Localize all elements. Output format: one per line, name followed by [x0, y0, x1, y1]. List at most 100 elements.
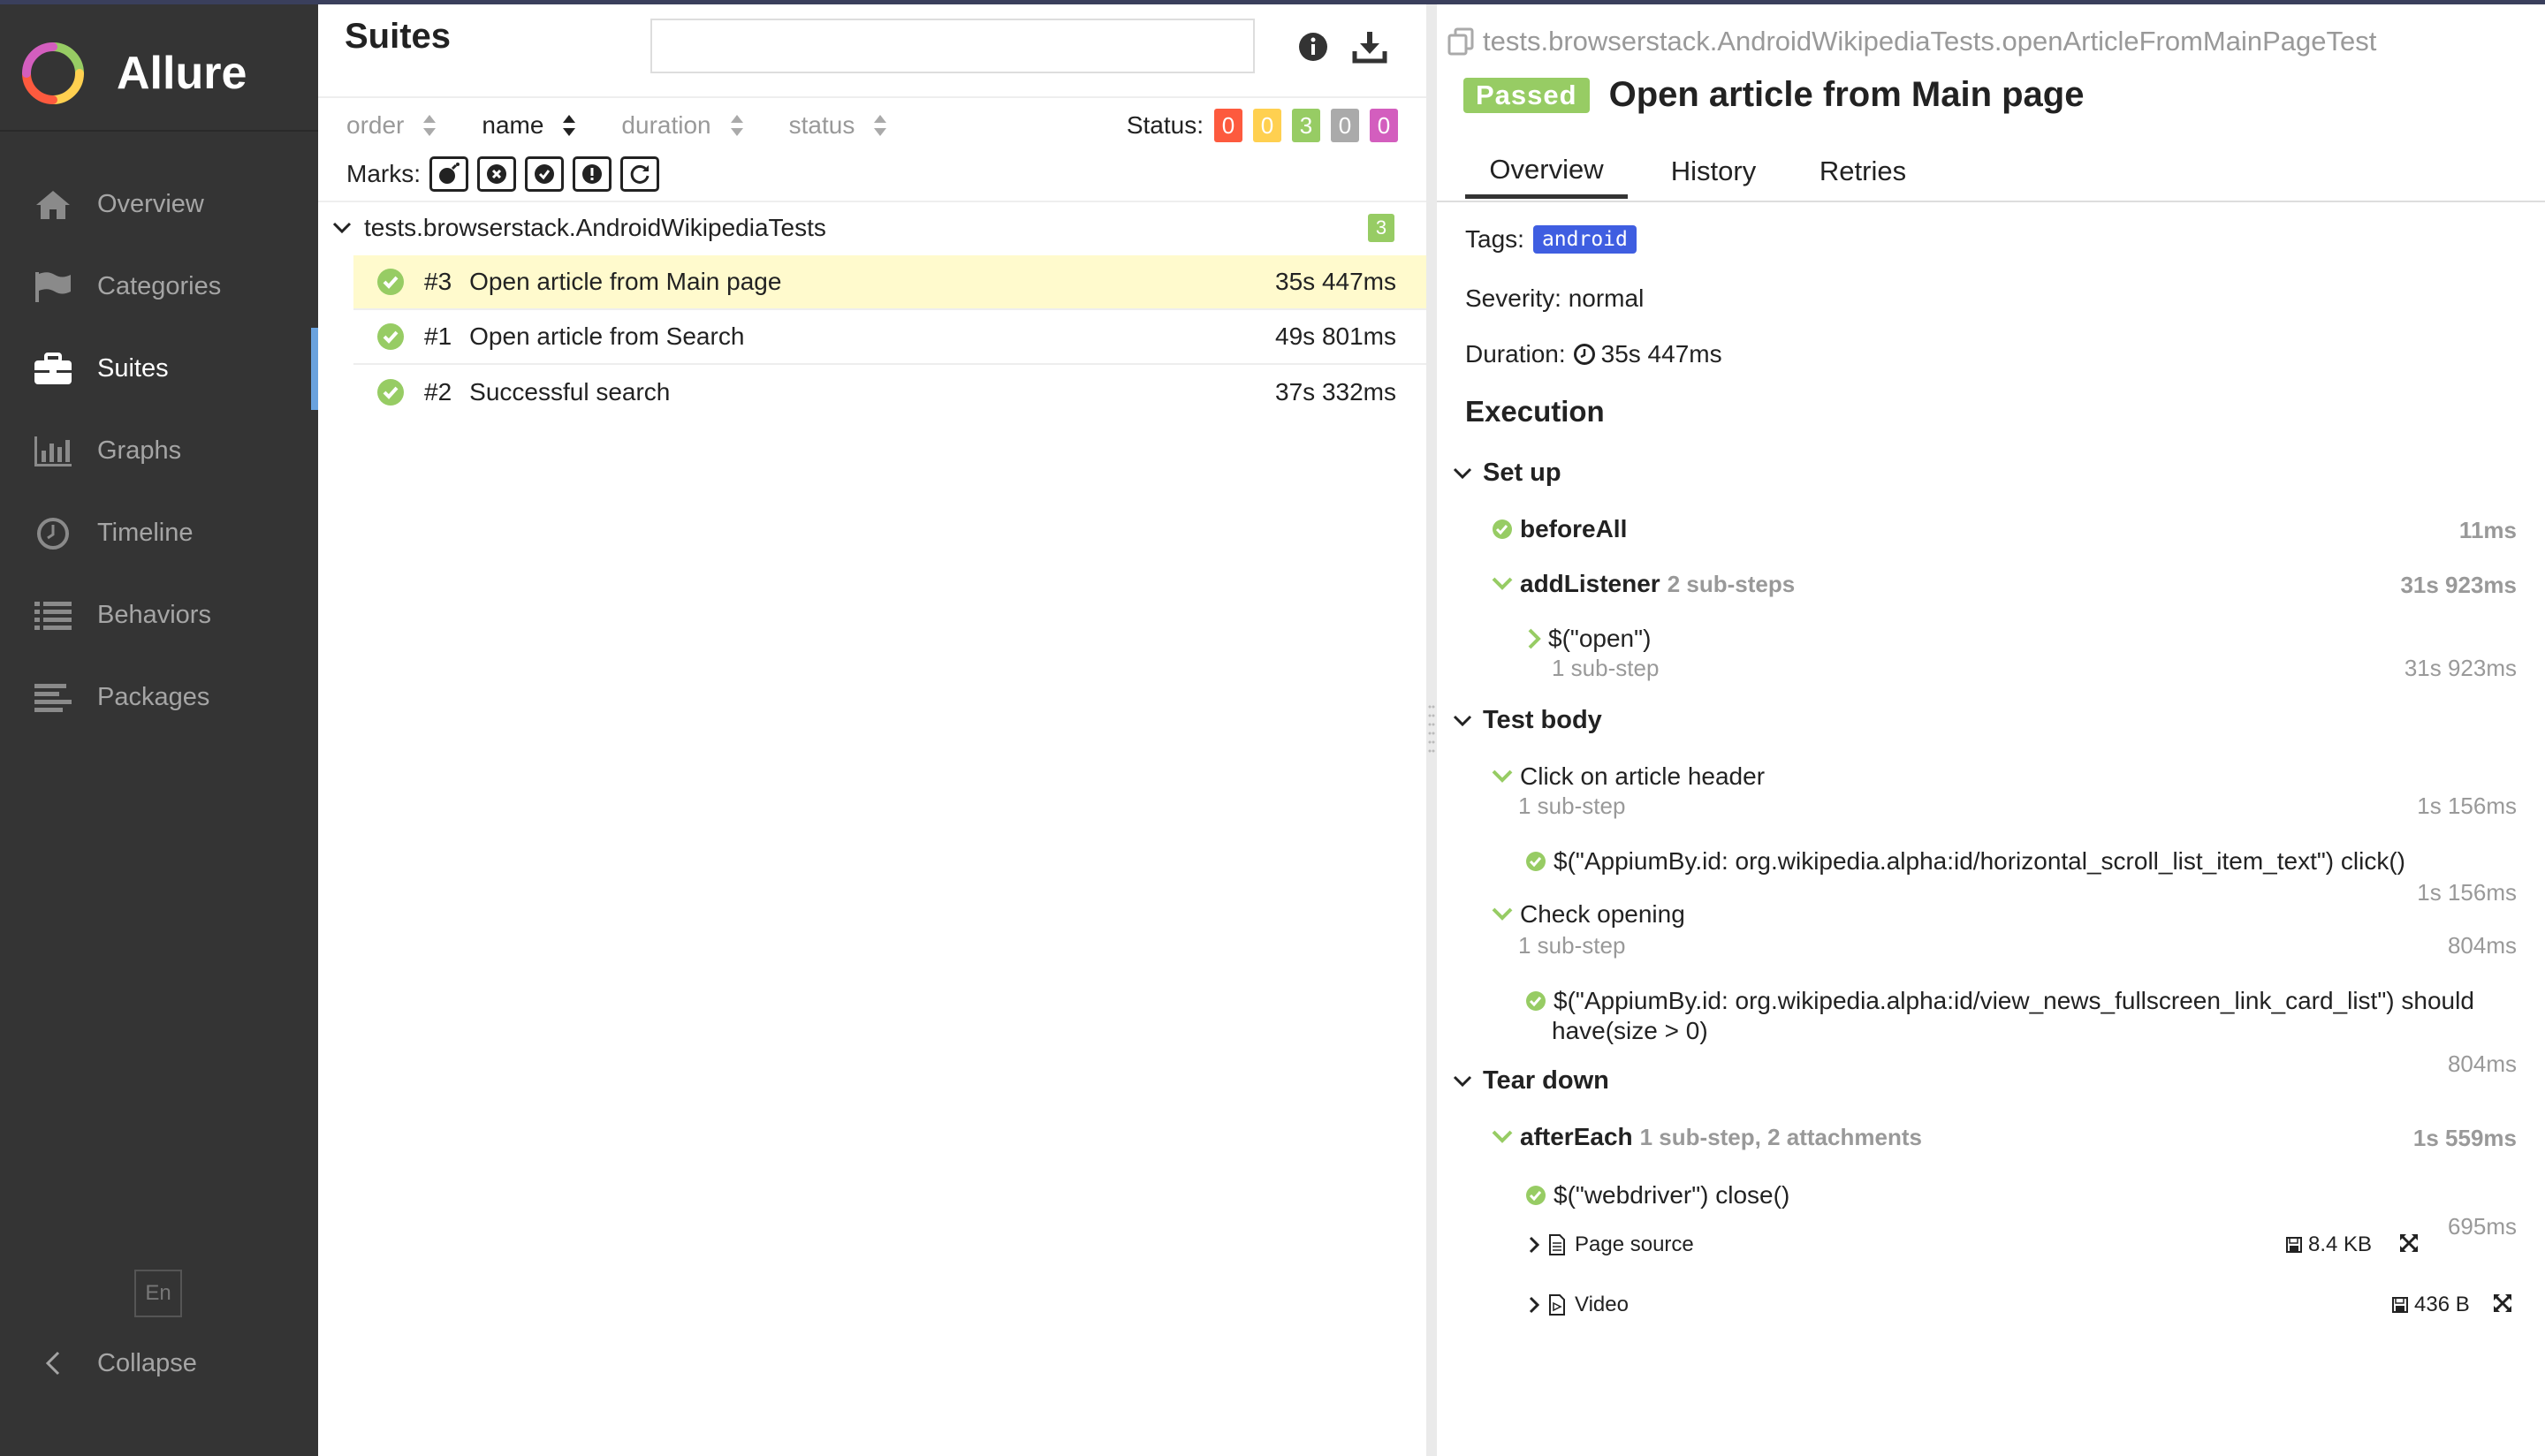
step-open[interactable]: $("open") [1527, 625, 1651, 653]
collapse-button[interactable]: Collapse [0, 1328, 197, 1399]
mark-new-passed-toggle[interactable] [525, 156, 564, 192]
tag-badge[interactable]: android [1532, 225, 1637, 254]
drag-handle-icon [1428, 705, 1435, 753]
file-text-icon [1548, 1233, 1566, 1256]
test-name: Successful search [469, 378, 671, 406]
chevron-right-icon [1527, 628, 1541, 649]
status-filter: Status: 0 0 3 0 0 [1127, 103, 1398, 148]
status-unknown-toggle[interactable]: 0 [1370, 109, 1398, 142]
app-title: Allure [117, 48, 247, 99]
flag-icon [32, 269, 74, 305]
sort-duration[interactable]: duration [621, 111, 744, 140]
stage-test-body[interactable]: Test body [1453, 706, 1602, 735]
download-button[interactable] [1348, 26, 1391, 68]
chevron-down-icon [1453, 715, 1472, 727]
status-badge: Passed [1463, 77, 1590, 113]
mark-retries-toggle[interactable] [620, 156, 659, 192]
duration-label: Duration: [1465, 340, 1566, 368]
step-name: addListener [1520, 570, 1660, 597]
sort-asc-icon [561, 113, 577, 138]
sidebar-item-packages[interactable]: Packages [0, 656, 318, 739]
status-failed-toggle[interactable]: 0 [1214, 109, 1242, 142]
copy-icon[interactable] [1447, 27, 1474, 56]
sidebar-item-label: Timeline [97, 519, 194, 547]
sidebar-item-label: Behaviors [97, 601, 211, 629]
sort-order[interactable]: order [346, 111, 437, 140]
step-before-all[interactable]: beforeAll [1492, 515, 1627, 543]
attachment-size-value: 436 B [2414, 1293, 2470, 1316]
step-duration: 804ms [2447, 1050, 2517, 1077]
sidebar-item-label: Categories [97, 272, 222, 300]
suite-group[interactable]: tests.browserstack.AndroidWikipediaTests… [332, 206, 1412, 250]
expand-attachment-button[interactable] [2492, 1293, 2513, 1314]
sidebar-item-behaviors[interactable]: Behaviors [0, 574, 318, 656]
test-row[interactable]: #2 Successful search 37s 332ms [353, 365, 1426, 420]
step-close-webdriver[interactable]: $("webdriver") close() [1525, 1181, 1789, 1210]
expand-icon [2494, 1294, 2511, 1312]
tags-label: Tags: [1465, 225, 1524, 253]
stage-title: Tear down [1483, 1066, 1609, 1095]
attachment-video[interactable]: Video [1529, 1293, 1629, 1317]
mark-flaky-toggle[interactable] [429, 156, 468, 192]
sidebar-item-categories[interactable]: Categories [0, 246, 318, 328]
sort-label: order [346, 111, 405, 139]
status-label: Status: [1126, 111, 1204, 139]
step-meta: 2 sub-steps [1667, 570, 1796, 597]
sort-label: duration [621, 111, 711, 139]
stage-setup[interactable]: Set up [1453, 459, 1561, 488]
clock-icon [32, 516, 74, 551]
attachment-size: 8.4 KB [2285, 1232, 2372, 1257]
chevron-left-icon [32, 1350, 74, 1376]
sidebar-item-suites[interactable]: Suites [0, 328, 318, 410]
step-check-opening[interactable]: Check opening [1492, 900, 1685, 929]
chevron-down-icon [1453, 467, 1472, 480]
step-duration: 695ms [2447, 1213, 2517, 1240]
step-click-sub[interactable]: $("AppiumBy.id: org.wikipedia.alpha:id/h… [1525, 847, 2405, 876]
stage-teardown[interactable]: Tear down [1453, 1066, 1609, 1096]
step-add-listener[interactable]: addListener 2 sub-steps [1492, 570, 1795, 598]
mark-new-broken-toggle[interactable] [573, 156, 612, 192]
tab-retries[interactable]: Retries [1797, 144, 1928, 199]
briefcase-icon [32, 352, 74, 387]
expand-attachment-button[interactable] [2398, 1232, 2420, 1254]
sidebar-item-timeline[interactable]: Timeline [0, 492, 318, 574]
collapse-label: Collapse [97, 1348, 197, 1377]
tab-overview[interactable]: Overview [1465, 144, 1628, 199]
step-duration: 11ms [2458, 517, 2517, 543]
status-broken-toggle[interactable]: 0 [1253, 109, 1281, 142]
attachment-name: Page source [1575, 1232, 1694, 1256]
brand[interactable]: Allure [21, 38, 247, 109]
search-input[interactable] [650, 19, 1255, 73]
chevron-down-icon [1492, 577, 1513, 591]
tab-history[interactable]: History [1638, 144, 1789, 199]
step-meta: 1 sub-step [1552, 655, 1660, 681]
chevron-down-icon [1453, 1075, 1472, 1088]
status-passed-toggle[interactable]: 3 [1292, 109, 1320, 142]
save-icon [2285, 1236, 2303, 1254]
step-name: afterEach [1520, 1123, 1633, 1150]
header-divider [318, 96, 1426, 98]
test-row[interactable]: #1 Open article from Search 49s 801ms [353, 310, 1426, 365]
attachment-page-source[interactable]: Page source [1529, 1232, 1694, 1257]
step-click-article-header[interactable]: Click on article header [1492, 762, 1765, 791]
step-duration: 31s 923ms [2404, 655, 2517, 681]
status-skipped-toggle[interactable]: 0 [1331, 109, 1359, 142]
sidebar-item-label: Overview [97, 190, 204, 218]
sidebar-item-graphs[interactable]: Graphs [0, 410, 318, 492]
sidebar-item-label: Packages [97, 683, 210, 711]
sort-icon [422, 113, 437, 138]
step-check-sub[interactable]: $("AppiumBy.id: org.wikipedia.alpha:id/v… [1525, 987, 2474, 1015]
info-button[interactable] [1292, 26, 1334, 68]
step-after-each[interactable]: afterEach 1 sub-step, 2 attachments [1492, 1123, 1922, 1151]
step-name-line2: have(size > 0) [1552, 1017, 1708, 1044]
test-row[interactable]: #3 Open article from Main page 35s 447ms [353, 255, 1426, 310]
step-meta: 1 sub-step [1518, 792, 1626, 819]
mark-new-failed-toggle[interactable] [477, 156, 516, 192]
duration-row: Duration: 35s 447ms [1465, 340, 1722, 368]
sort-name[interactable]: name [482, 111, 577, 140]
step-name: beforeAll [1520, 515, 1628, 542]
language-selector[interactable]: En [134, 1270, 182, 1317]
sort-status[interactable]: status [789, 111, 889, 140]
sidebar-item-overview[interactable]: Overview [0, 163, 318, 246]
suite-group-count: 3 [1368, 214, 1394, 242]
